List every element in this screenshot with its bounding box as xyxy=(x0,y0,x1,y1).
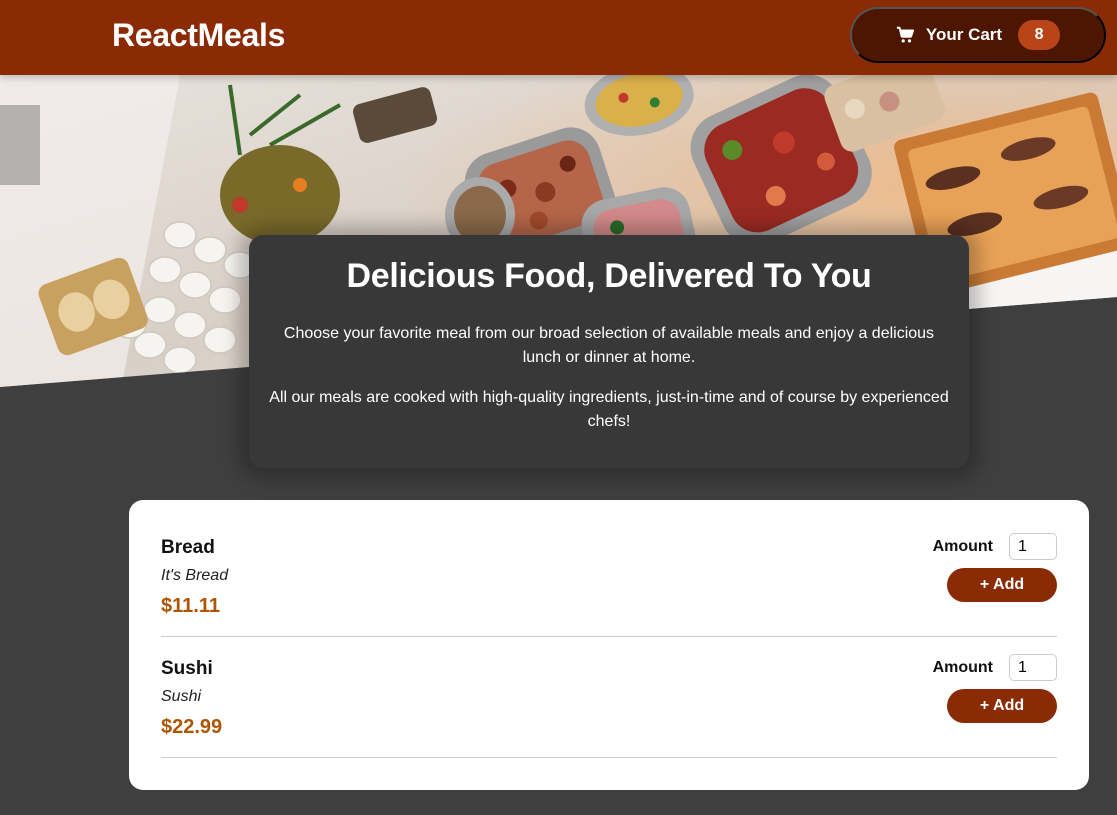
cart-label: Your Cart xyxy=(925,25,1003,44)
meal-name: Bread xyxy=(161,537,215,558)
amount-label: Amount xyxy=(932,537,993,555)
meal-price: $11.11 xyxy=(161,595,220,617)
your-cart-button[interactable]: Your Cart 8 xyxy=(850,7,1106,63)
app-logo: ReactMeals xyxy=(112,17,286,53)
meal-name: Sushi xyxy=(161,658,213,679)
add-to-cart-button[interactable]: + Add xyxy=(947,689,1057,723)
amount-input[interactable] xyxy=(1009,654,1057,681)
amount-row: Amount xyxy=(933,654,1057,681)
amount-label: Amount xyxy=(932,658,993,676)
summary-title: Delicious Food, Delivered To You xyxy=(346,257,872,295)
amount-row: Amount xyxy=(933,533,1057,560)
shopping-cart-icon xyxy=(896,26,914,44)
summary-paragraph: All our meals are cooked with high-quali… xyxy=(269,389,949,430)
meal-item: Sushi Sushi $22.99 Amount + Add xyxy=(161,637,1057,758)
meal-description: It's Bread xyxy=(161,567,229,584)
add-to-cart-button[interactable]: + Add xyxy=(947,568,1057,602)
meals-summary: Delicious Food, Delivered To You Choose … xyxy=(249,235,969,468)
cart-count-badge: 8 xyxy=(1018,20,1061,50)
summary-paragraph: Choose your favorite meal from our broad… xyxy=(283,325,935,366)
amount-input[interactable] xyxy=(1009,533,1057,560)
meal-price: $22.99 xyxy=(161,716,223,738)
available-meals-card: Bread It's Bread $11.11 Amount + Add Sus… xyxy=(129,500,1089,790)
meal-description: Sushi xyxy=(161,688,202,705)
meal-item: Bread It's Bread $11.11 Amount + Add xyxy=(161,516,1057,637)
app-header: ReactMeals Your Cart 8 xyxy=(0,0,1117,75)
